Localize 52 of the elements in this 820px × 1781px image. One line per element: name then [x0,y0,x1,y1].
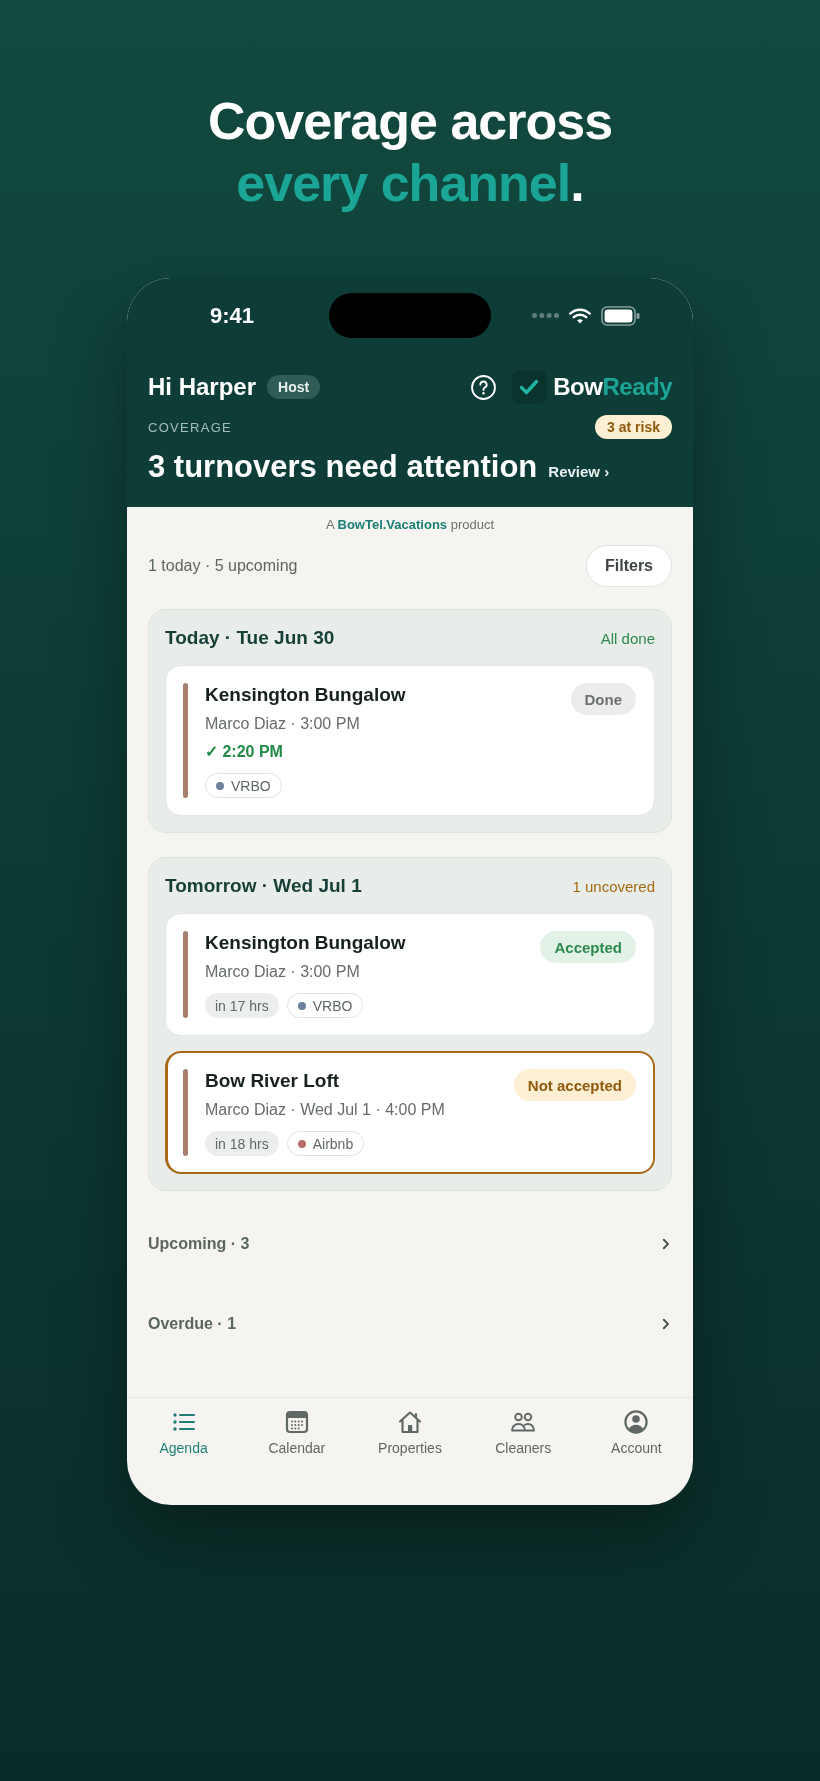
status-badge: Not accepted [513,1069,636,1101]
summary-text: 1 today · 5 upcoming [148,557,298,575]
chevron-icon [662,1238,670,1250]
group-row[interactable]: Upcoming · 3 [148,1204,672,1284]
turnover-details: Marco Diaz · 3:00 PM [205,962,361,982]
filters-button[interactable]: Filters [586,545,672,587]
review-link[interactable]: Review › [548,463,610,480]
completed-time: ✓ 2:20 PM [205,742,284,762]
greeting: Hi Harper [148,373,257,401]
account-icon [623,1409,650,1435]
checkmark-logo-icon [512,370,547,404]
role-badge: Host [267,375,321,399]
day-status: 1 uncovered [572,877,655,895]
nav-tab[interactable]: Account [611,1409,662,1461]
turnover-card[interactable]: Kensington Bungalow Marco Diaz · 3:00 PM in 17 hrs VRBO Accepted [165,913,655,1036]
day-status: All done [600,629,655,647]
day-title: Today · Tue Jun 30 [165,627,335,649]
headline: Coverage across every channel. [207,91,613,214]
brand-name: BowReady [553,373,672,401]
nav-tab[interactable]: Properties [378,1409,442,1461]
wifi-icon [568,307,591,324]
house-icon [397,1409,423,1435]
turnover-card[interactable]: Kensington Bungalow Marco Diaz · 3:00 PM ✓ 2:20 PM VRBO Done [165,665,655,816]
brand-link[interactable]: BowTel.Vacations [337,517,448,532]
property-name: Bow River Loft [205,1069,341,1093]
turnover-details: Marco Diaz · Wed Jul 1 · 4:00 PM [205,1100,446,1120]
battery-icon [600,305,641,326]
time-chip: in 18 hrs [205,1131,279,1156]
nav-tab[interactable]: Agenda [159,1409,208,1461]
signal-icon [531,313,559,318]
group-row[interactable]: Overdue · 1 [148,1284,672,1364]
nav-tab[interactable]: Cleaners [495,1409,552,1461]
property-name: Kensington Bungalow [205,931,407,955]
chevron-icon [662,1318,670,1330]
property-name: Kensington Bungalow [205,683,407,707]
turnover-card[interactable]: Bow River Loft Marco Diaz · Wed Jul 1 · 4:00 PM in 18 hrs Airbnb Not accepted [165,1051,655,1174]
section-label: COVERAGE [148,419,233,435]
time-chip: in 17 hrs [205,993,279,1018]
risk-badge: 3 at risk [595,415,672,439]
turnover-details: Marco Diaz · 3:00 PM [205,714,361,734]
day-title: Tomorrow · Wed Jul 1 [165,875,362,897]
status-badge: Accepted [540,931,636,963]
status-badge: Done [570,683,636,715]
channel-label: VRBO [312,997,353,1014]
channel-label: Airbnb [312,1135,354,1152]
status-time: 9:41 [208,302,254,329]
calendar-icon [283,1409,310,1435]
channel-label: VRBO [231,777,271,794]
attribution-text: A BowTel.Vacations product [324,516,496,534]
nav-tab[interactable]: Calendar [268,1409,326,1461]
attention-title: 3 turnovers need attention [148,449,538,485]
help-icon[interactable] [471,374,497,400]
